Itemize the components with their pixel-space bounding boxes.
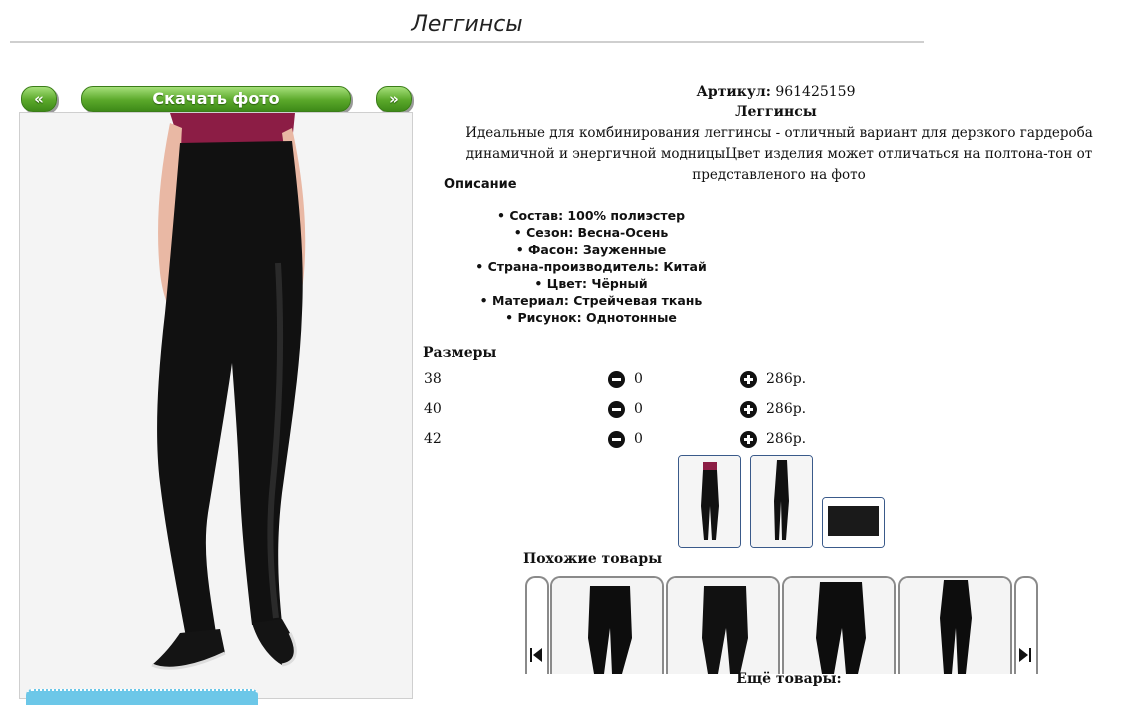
download-photo-button[interactable]: Скачать фото <box>81 86 351 112</box>
spec-item: Цвет: Чёрный <box>424 275 758 292</box>
thumbnail-side-image <box>751 456 812 547</box>
more-products-heading: Ещё товары: <box>736 671 842 687</box>
similar-product-card[interactable] <box>666 576 780 674</box>
similar-product-image <box>668 578 778 674</box>
increase-quantity-icon[interactable] <box>740 431 757 448</box>
quantity-value: 0 <box>634 431 643 447</box>
similar-product-card[interactable] <box>782 576 896 674</box>
decrease-quantity-icon[interactable] <box>608 371 625 388</box>
quantity-value: 0 <box>634 371 643 387</box>
decrease-quantity-icon[interactable] <box>608 431 625 448</box>
quantity-value: 0 <box>634 401 643 417</box>
similar-product-image <box>552 578 662 674</box>
leggings-model-illustration <box>20 113 412 698</box>
thumbnail-front[interactable] <box>678 455 741 548</box>
size-row: 42 0 286р. <box>424 431 824 451</box>
skip-prev-glyph <box>530 648 542 662</box>
spec-list: Состав: 100% полиэстер Сезон: Весна-Осен… <box>424 207 758 326</box>
similar-product-card[interactable] <box>898 576 1012 674</box>
spec-item: Страна-производитель: Китай <box>424 258 758 275</box>
article-label: Артикул: <box>696 84 771 100</box>
size-label: 40 <box>424 401 442 417</box>
skip-next-glyph <box>1019 648 1031 662</box>
size-row: 40 0 286р. <box>424 401 824 421</box>
spec-item: Фасон: Зауженные <box>424 241 758 258</box>
size-row: 38 0 286р. <box>424 371 824 391</box>
similar-product-image <box>900 578 1010 674</box>
spec-item: Состав: 100% полиэстер <box>424 207 758 224</box>
thumbnail-front-image <box>679 456 740 547</box>
thumbnail-fabric-image <box>823 498 884 547</box>
thumbnail-side[interactable] <box>750 455 813 548</box>
bottom-banner-tab[interactable] <box>26 689 258 705</box>
similar-product-image <box>784 578 894 674</box>
product-description: Идеальные для комбинирования леггинсы - … <box>465 125 1093 183</box>
article-value: 961425159 <box>775 84 856 100</box>
title-divider <box>10 41 924 43</box>
size-label: 38 <box>424 371 442 387</box>
sizes-heading: Размеры <box>423 345 497 361</box>
prev-photo-button[interactable]: « <box>21 86 57 112</box>
size-label: 42 <box>424 431 442 447</box>
thumbnail-fabric[interactable] <box>822 497 885 548</box>
main-product-photo[interactable] <box>19 112 413 699</box>
next-photo-button[interactable]: » <box>376 86 412 112</box>
spec-item: Рисунок: Однотонные <box>424 309 758 326</box>
product-name: Леггинсы <box>735 104 817 120</box>
spec-item: Сезон: Весна-Осень <box>424 224 758 241</box>
spec-item: Материал: Стрейчевая ткань <box>424 292 758 309</box>
skip-next-icon[interactable] <box>1019 648 1031 666</box>
decrease-quantity-icon[interactable] <box>608 401 625 418</box>
article-line: Артикул: 961425159 <box>424 84 1128 100</box>
page-title: Леггинсы <box>411 12 523 37</box>
size-price: 286р. <box>766 431 807 447</box>
increase-quantity-icon[interactable] <box>740 401 757 418</box>
similar-products-heading: Похожие товары <box>523 551 663 567</box>
skip-prev-icon[interactable] <box>530 648 542 666</box>
description-heading: Описание <box>444 177 517 192</box>
size-price: 286р. <box>766 401 807 417</box>
increase-quantity-icon[interactable] <box>740 371 757 388</box>
similar-product-card[interactable] <box>550 576 664 674</box>
size-price: 286р. <box>766 371 807 387</box>
